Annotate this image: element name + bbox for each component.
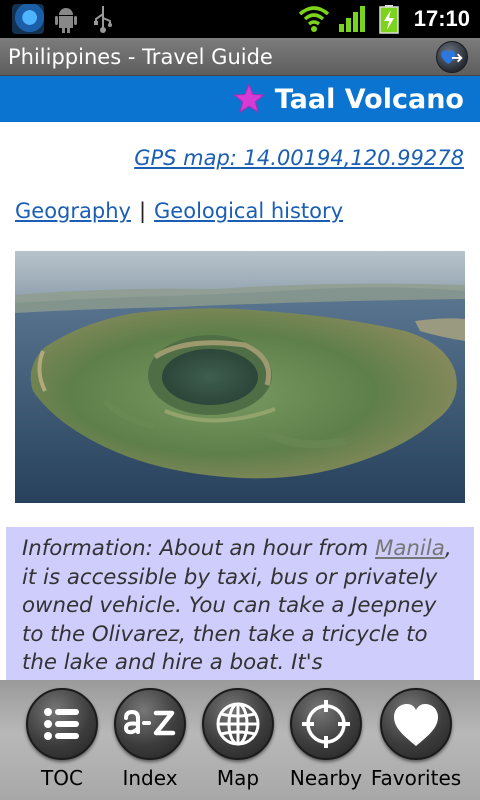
aerial-island-volcano-photo — [15, 251, 465, 503]
bottom-tab-bar: TOC Index Map Nearby Favorites — [0, 680, 480, 800]
app-globe-icon — [12, 4, 44, 34]
geography-link[interactable]: Geography — [15, 199, 131, 223]
info-box: Information: About an hour from Manila, … — [6, 527, 474, 687]
toc-button[interactable] — [26, 688, 98, 760]
gps-map-link[interactable]: GPS map: 14.00194,120.99278 — [134, 146, 464, 170]
status-bar: 17:10 — [0, 0, 480, 38]
app-title: Philippines - Travel Guide — [8, 45, 273, 69]
globe-icon — [216, 702, 260, 746]
battery-charging-icon — [379, 5, 399, 34]
tab-label-nearby: Nearby — [289, 766, 363, 790]
signal-icon — [339, 6, 365, 32]
tab-nearby[interactable]: Nearby — [278, 680, 374, 800]
link-separator: | — [138, 199, 147, 223]
list-icon — [44, 708, 79, 740]
tab-toc[interactable]: TOC — [14, 680, 110, 800]
star-icon[interactable] — [232, 83, 265, 115]
page-title: Taal Volcano — [274, 83, 464, 115]
tab-index[interactable]: Index — [102, 680, 198, 800]
favorite-heart-toggle-icon — [441, 50, 463, 65]
page-header: Taal Volcano — [0, 76, 480, 122]
tab-map[interactable]: Map — [190, 680, 286, 800]
usb-icon — [94, 6, 112, 33]
crosshair-icon — [302, 700, 350, 748]
map-button[interactable] — [202, 688, 274, 760]
page-title-wrap: Taal Volcano — [232, 76, 464, 122]
nearby-button[interactable] — [290, 688, 362, 760]
info-text-prefix: Information: About an hour from — [22, 536, 375, 561]
tab-label-map: Map — [216, 766, 260, 790]
tab-favorites[interactable]: Favorites — [368, 680, 464, 800]
a-z-icon — [123, 709, 176, 736]
manila-link[interactable]: Manila — [375, 536, 445, 561]
tab-label-index: Index — [122, 766, 178, 790]
geological-history-link[interactable]: Geological history — [154, 199, 343, 223]
android-debug-icon — [55, 8, 77, 33]
app-title-bar: Philippines - Travel Guide — [0, 38, 480, 76]
volcano-photo-svg — [15, 251, 465, 503]
status-time: 17:10 — [413, 6, 470, 31]
favorites-button[interactable] — [380, 688, 452, 760]
tab-label-toc: TOC — [41, 766, 83, 790]
favorite-toggle-button[interactable] — [436, 41, 468, 73]
index-button[interactable] — [114, 688, 186, 760]
wifi-icon — [298, 6, 330, 32]
heart-icon — [394, 704, 438, 746]
section-links: Geography | Geological history — [15, 199, 343, 223]
tab-label-favorites: Favorites — [370, 766, 462, 790]
